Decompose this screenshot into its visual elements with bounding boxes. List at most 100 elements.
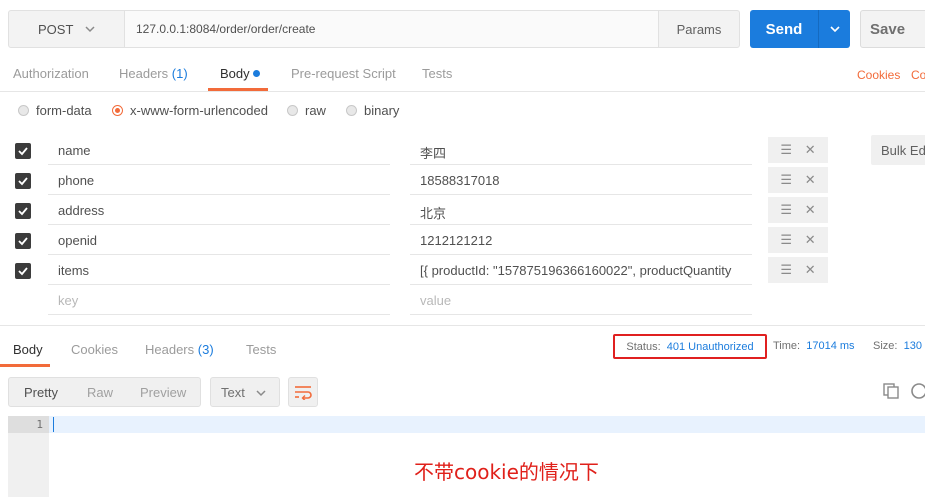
value-input[interactable]: 1212121212 xyxy=(410,225,752,255)
radio-label: raw xyxy=(305,103,326,118)
form-row: openid 1212121212 ☰ ✕ xyxy=(0,225,925,255)
search-icon[interactable] xyxy=(910,382,925,400)
new-value-input[interactable]: value xyxy=(410,285,752,315)
bulk-edit-label: Bulk Edi xyxy=(881,143,925,158)
wrap-lines-icon xyxy=(295,386,312,400)
tab-prerequest-script[interactable]: Pre-request Script xyxy=(291,66,396,81)
key-input[interactable]: address xyxy=(48,195,390,225)
drag-handle-icon[interactable]: ☰ xyxy=(780,172,792,188)
response-active-tab-indicator xyxy=(0,364,50,367)
row-actions: ☰ ✕ xyxy=(768,167,828,193)
active-line-highlight xyxy=(49,416,925,433)
key-input[interactable]: openid xyxy=(48,225,390,255)
form-row: address 北京 ☰ ✕ xyxy=(0,195,925,225)
view-raw[interactable]: Raw xyxy=(87,385,113,400)
radio-raw[interactable]: raw xyxy=(287,103,326,118)
key-input[interactable]: phone xyxy=(48,165,390,195)
delete-row-icon[interactable]: ✕ xyxy=(805,202,816,218)
save-button[interactable]: Save xyxy=(860,10,925,48)
value-input[interactable]: 李四 xyxy=(410,135,752,165)
view-mode-toggle: Pretty Raw Preview xyxy=(8,377,201,407)
response-tab-headers[interactable]: Headers (3) xyxy=(145,342,214,357)
drag-handle-icon[interactable]: ☰ xyxy=(780,232,792,248)
tab-tests[interactable]: Tests xyxy=(422,66,452,81)
radio-circle xyxy=(18,105,29,116)
value-text: [{ productId: "157875196366160022", prod… xyxy=(420,263,732,278)
size-value[interactable]: 130 I xyxy=(904,340,925,352)
tab-authorization[interactable]: Authorization xyxy=(13,66,89,81)
cookies-link[interactable]: Cookies xyxy=(857,68,900,82)
bulk-edit-button[interactable]: Bulk Edi xyxy=(871,135,925,165)
method-select[interactable]: POST xyxy=(8,10,125,48)
view-pretty[interactable]: Pretty xyxy=(24,385,58,400)
row-checkbox[interactable] xyxy=(15,263,31,279)
radio-binary[interactable]: binary xyxy=(346,103,399,118)
chevron-down-icon xyxy=(85,26,95,33)
radio-circle-selected xyxy=(112,105,123,116)
time-label: Time: xyxy=(773,340,801,352)
status-label: Status: xyxy=(626,340,661,353)
form-row: phone 18588317018 ☰ ✕ xyxy=(0,165,925,195)
radio-circle xyxy=(287,105,298,116)
radio-circle xyxy=(346,105,357,116)
copy-icon[interactable] xyxy=(882,382,900,400)
url-input[interactable]: 127.0.0.1:8084/order/order/create xyxy=(124,10,659,48)
time-value[interactable]: 17014 ms xyxy=(806,340,854,352)
drag-handle-icon[interactable]: ☰ xyxy=(780,202,792,218)
row-checkbox[interactable] xyxy=(15,143,31,159)
format-label: Text xyxy=(221,385,245,400)
key-placeholder: key xyxy=(58,293,79,308)
key-text: phone xyxy=(58,173,95,188)
delete-row-icon[interactable]: ✕ xyxy=(805,142,816,158)
row-checkbox[interactable] xyxy=(15,203,31,219)
check-icon xyxy=(18,147,28,156)
tab-body-label: Body xyxy=(220,66,250,81)
key-text: items xyxy=(58,263,90,278)
form-row: items [{ productId: "157875196366160022"… xyxy=(0,255,925,285)
status-value[interactable]: 401 Unauthorized xyxy=(667,341,754,353)
status-highlight: Status: 401 Unauthorized xyxy=(613,334,767,359)
value-text: 1212121212 xyxy=(420,233,493,248)
value-text: 李四 xyxy=(420,146,447,161)
annotation-text: 不带cookie的情况下 xyxy=(414,460,599,484)
key-input[interactable]: name xyxy=(48,135,390,165)
row-checkbox[interactable] xyxy=(15,233,31,249)
chevron-down-icon xyxy=(829,26,840,33)
value-input[interactable]: [{ productId: "157875196366160022", prod… xyxy=(410,255,752,285)
tab-body[interactable]: Body xyxy=(220,66,260,81)
response-time: Time: 17014 ms xyxy=(773,340,855,352)
value-input[interactable]: 北京 xyxy=(410,195,752,225)
delete-row-icon[interactable]: ✕ xyxy=(805,232,816,248)
radio-x-www-form-urlencoded[interactable]: x-www-form-urlencoded xyxy=(112,103,268,118)
format-select[interactable]: Text xyxy=(210,377,280,407)
send-dropdown-button[interactable] xyxy=(818,10,850,48)
line-number: 1 xyxy=(8,416,49,433)
response-tab-cookies[interactable]: Cookies xyxy=(71,342,118,357)
method-label: POST xyxy=(38,21,74,37)
tab-headers[interactable]: Headers (1) xyxy=(119,66,188,81)
params-button[interactable]: Params xyxy=(658,10,740,48)
delete-row-icon[interactable]: ✕ xyxy=(805,262,816,278)
response-tab-tests[interactable]: Tests xyxy=(246,342,276,357)
drag-handle-icon[interactable]: ☰ xyxy=(780,262,792,278)
wrap-lines-button[interactable] xyxy=(288,377,318,407)
row-actions: ☰ ✕ xyxy=(768,227,828,253)
code-link[interactable]: Co xyxy=(911,68,925,82)
send-label: Send xyxy=(765,20,803,38)
response-size: Size: 130 I xyxy=(873,340,925,352)
radio-form-data[interactable]: form-data xyxy=(18,103,92,118)
response-tab-headers-label: Headers xyxy=(145,342,195,357)
key-text: address xyxy=(58,203,105,218)
text-cursor xyxy=(53,417,54,432)
drag-handle-icon[interactable]: ☰ xyxy=(780,142,792,158)
delete-row-icon[interactable]: ✕ xyxy=(805,172,816,188)
view-preview[interactable]: Preview xyxy=(140,385,186,400)
row-checkbox[interactable] xyxy=(15,173,31,189)
row-actions: ☰ ✕ xyxy=(768,137,828,163)
size-label: Size: xyxy=(873,340,898,352)
send-button[interactable]: Send xyxy=(750,10,818,48)
key-input[interactable]: items xyxy=(48,255,390,285)
new-key-input[interactable]: key xyxy=(48,285,390,315)
value-input[interactable]: 18588317018 xyxy=(410,165,752,195)
response-tab-body[interactable]: Body xyxy=(13,342,43,357)
